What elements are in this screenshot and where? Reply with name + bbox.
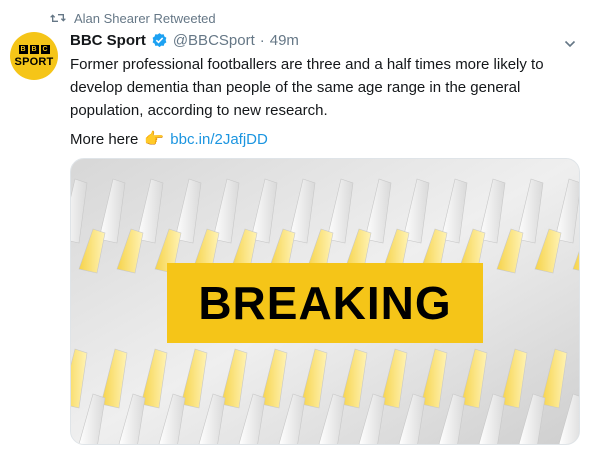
tweet-header: BBC Sport @BBCSport · 49m [70,32,299,49]
breaking-text: BREAKING [198,277,452,329]
timestamp[interactable]: 49m [270,32,299,49]
separator: · [259,32,265,49]
handle[interactable]: @BBCSport [173,32,255,49]
display-name[interactable]: BBC Sport [70,32,146,49]
retweet-icon [50,14,66,22]
pointing-hand-icon: 👉 [144,131,165,148]
logo-block: B [18,44,28,54]
avatar[interactable]: B B C SPORT [10,32,58,80]
more-row: More here 👉 bbc.in/2JafjDD [70,128,268,151]
media-card[interactable]: BREAKING [70,158,580,445]
logo-block: C [40,44,50,54]
breaking-badge: BREAKING [167,263,483,343]
verified-badge-icon [152,33,167,48]
tweet-link[interactable]: bbc.in/2JafjDD [170,128,268,151]
more-label: More here [70,131,139,148]
avatar-sport-text: SPORT [14,55,54,68]
bbc-logo: B B C [18,44,50,54]
logo-block: B [29,44,39,54]
tweet-text: Former professional footballers are thre… [70,56,544,119]
chevron-down-icon[interactable] [564,38,576,50]
retweet-label: Alan Shearer Retweeted [74,10,216,26]
retweet-context[interactable]: Alan Shearer Retweeted [50,10,216,26]
